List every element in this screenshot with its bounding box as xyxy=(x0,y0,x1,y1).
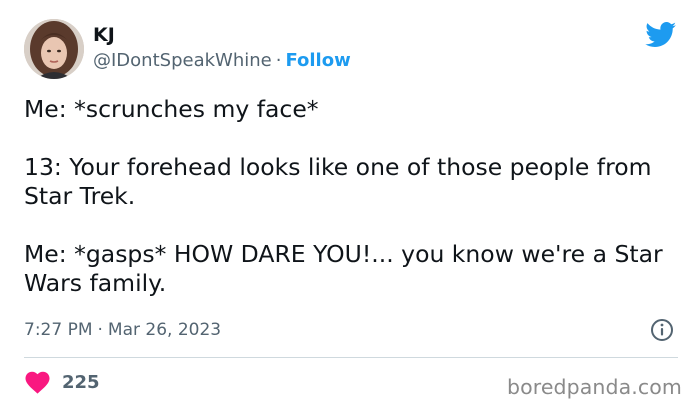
tweet-card: KJ @IDontSpeakWhine · Follow Me: *scrunche… xyxy=(0,0,700,410)
timestamp-separator: · xyxy=(97,320,103,340)
tweet-paragraph: Me: *scrunches my face* xyxy=(24,95,319,123)
heart-icon[interactable] xyxy=(24,370,51,394)
info-icon[interactable] xyxy=(650,318,674,342)
tweet-date: Mar 26, 2023 xyxy=(107,320,222,340)
avatar-image xyxy=(24,19,84,79)
twitter-bird-icon[interactable] xyxy=(645,22,677,48)
author-handle[interactable]: @IDontSpeakWhine xyxy=(93,50,272,71)
tweet-time: 7:27 PM xyxy=(24,320,93,340)
follow-button[interactable]: Follow xyxy=(285,50,350,71)
watermark: boredpanda.com xyxy=(507,375,682,399)
tweet-paragraph: Me: *gasps* HOW DARE YOU!... you know we… xyxy=(24,240,663,297)
tweet-paragraph: 13: Your forehead looks like one of thos… xyxy=(24,153,652,210)
tweet-timestamp[interactable]: 7:27 PM · Mar 26, 2023 xyxy=(24,319,221,341)
divider xyxy=(24,357,678,358)
handle-separator: · xyxy=(275,50,282,71)
tweet-text: Me: *scrunches my face* 13: Your forehea… xyxy=(24,95,679,298)
like-count[interactable]: 225 xyxy=(62,372,100,394)
avatar[interactable] xyxy=(24,19,84,79)
author-handle-row: @IDontSpeakWhine · Follow xyxy=(93,50,351,72)
author-name[interactable]: KJ xyxy=(93,24,115,46)
